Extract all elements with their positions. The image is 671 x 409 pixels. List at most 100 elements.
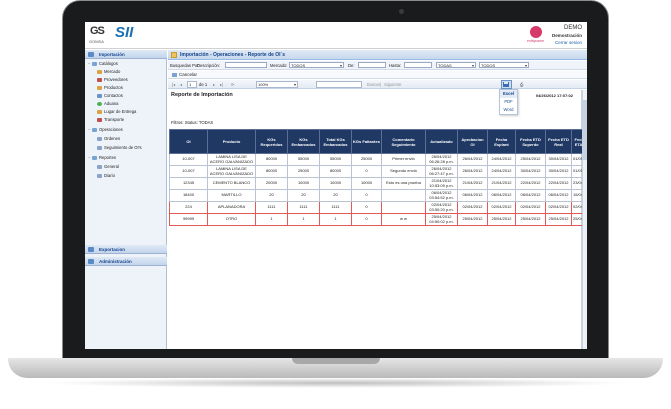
find-button[interactable]: Buscar	[367, 82, 380, 87]
contact-icon	[97, 93, 102, 98]
table-row: 12345 CEMENTO BLANCO 20000 10000 10000 10000 E…	[169, 177, 587, 190]
tree-item-diario[interactable]: Diario	[97, 173, 115, 179]
scrollbar-thumb[interactable]	[583, 100, 587, 160]
column-header: Producto	[207, 129, 256, 154]
status-select-value: TODAS	[438, 63, 452, 68]
table-cell: 18400	[169, 189, 208, 202]
table-cell: 20	[255, 189, 288, 202]
logout-link[interactable]: Cerrar sesion	[555, 40, 582, 45]
table-cell: 06/04/2012	[457, 189, 488, 202]
admin-icon	[88, 259, 94, 264]
find-separator: |	[380, 82, 382, 87]
table-cell: 55000	[287, 153, 320, 166]
sidebar-section-administracion[interactable]: Administración	[85, 257, 167, 266]
table-cell: 1	[319, 213, 352, 226]
next-page-button[interactable]: ▸	[213, 82, 215, 87]
tree-item-label: Diario	[104, 173, 115, 178]
table-cell: 10000	[287, 177, 320, 190]
tree-item-label: Transporte	[104, 117, 125, 122]
action-bar: Cancelar	[168, 71, 587, 79]
print-icon[interactable]: ⎙	[520, 82, 523, 87]
type-select[interactable]: TODOS ▾	[479, 62, 529, 68]
export-pdf-option[interactable]: PDF	[500, 98, 517, 106]
to-date-input[interactable]	[404, 62, 432, 68]
last-page-button[interactable]: ▸|	[220, 82, 223, 87]
market-select[interactable]: TODOS ▾	[289, 62, 344, 68]
from-date-input[interactable]	[358, 62, 386, 68]
sidebar-section-label: Administración	[99, 259, 132, 264]
table-cell	[381, 201, 426, 214]
dropdown-arrow-icon: ▾	[293, 82, 296, 87]
tree-item-label: Seguimiento de OI's	[104, 145, 142, 150]
status-select[interactable]: TODAS ▾	[436, 62, 476, 68]
table-cell: 25000	[287, 165, 320, 178]
export-excel-option[interactable]: Excel	[500, 90, 517, 98]
find-next-button[interactable]: Siguiente	[384, 82, 401, 87]
tree-item-productos[interactable]: Productos	[97, 85, 123, 91]
table-cell: 02/04/2012	[457, 201, 488, 214]
company-logo-text: entityname	[527, 39, 545, 43]
table-cell: 24/04/2012	[487, 153, 516, 166]
company-logo	[530, 26, 542, 38]
table-cell: MARTILLO	[207, 189, 256, 202]
tree-item-contactos[interactable]: Contactos	[97, 93, 123, 99]
tree-item-lugar-entrega[interactable]: Lugar de Entrega	[97, 109, 136, 115]
table-cell: 24/04/2012	[487, 165, 516, 178]
table-cell: 25/04/2012	[457, 213, 488, 226]
report-title: Reporte de Importación	[171, 92, 233, 98]
tree-item-seguimiento[interactable]: Seguimiento de OI's	[97, 145, 142, 151]
table-header-row: OI Producto KGs Requeridos KGs Embarcados To…	[169, 129, 587, 154]
tree-item-mercado[interactable]: Mercado	[97, 69, 120, 75]
tree-item-label: Reportes	[99, 155, 116, 160]
table-cell: 12345	[169, 177, 208, 190]
zoom-select[interactable]: 100% ▾	[256, 81, 298, 88]
truck-icon	[97, 117, 102, 122]
tree-item-catalogos[interactable]: − Catálogos	[88, 61, 118, 67]
panel-title: Importación - Operaciones - Reporte de O…	[168, 50, 587, 60]
table-cell: 10-007	[169, 165, 208, 178]
table-cell: 30/04/2012	[545, 165, 572, 178]
vertical-scrollbar[interactable]	[582, 90, 587, 349]
from-label: De:	[348, 63, 355, 68]
table-cell: 1	[287, 213, 320, 226]
table-cell: w w	[381, 213, 426, 226]
table-row: 10-007 LAMINA LISA DE ACERO GALVANIZADO 80…	[169, 165, 587, 178]
search-by-label: Busquedas Por:	[170, 63, 200, 68]
sidebar-section-exportacion[interactable]: Exportacion	[85, 245, 167, 254]
app-header: GS GOMSA SII entityname DEMO Demostració…	[85, 22, 587, 49]
tree-item-ordenes[interactable]: Ordenes	[97, 136, 120, 142]
page-input[interactable]: 1	[187, 81, 197, 88]
tree-item-proveedores[interactable]: Proveedores	[97, 77, 128, 83]
prev-page-button[interactable]: ◂	[180, 82, 182, 87]
import-icon	[88, 52, 94, 57]
sidebar-section-label: Exportacion	[99, 247, 126, 252]
column-header: Fecha Esplant	[487, 129, 516, 154]
to-label: Hasta:	[389, 63, 402, 68]
cancel-icon	[172, 73, 177, 77]
cancel-button[interactable]: Cancelar	[179, 72, 197, 77]
table-cell: 80000	[319, 165, 352, 178]
save-icon	[503, 82, 509, 87]
first-page-button[interactable]: |◂	[172, 82, 175, 87]
table-row: 99999 OTRO 1 1 1 0 w w 25/04/2012 04:50:02 p.m.…	[169, 213, 587, 226]
tree-item-aduana[interactable]: Aduana	[97, 101, 118, 107]
description-input[interactable]	[225, 62, 267, 68]
tree-item-general[interactable]: General	[97, 164, 119, 170]
table-cell: 10000	[351, 177, 382, 190]
export-button[interactable]	[501, 80, 512, 89]
refresh-icon[interactable]: ⟳	[231, 82, 235, 87]
export-word-option[interactable]: Word	[500, 106, 517, 114]
table-cell: 25/04/2012	[545, 213, 572, 226]
find-input[interactable]	[316, 81, 362, 88]
table-cell: 22/04/2012	[515, 177, 546, 190]
tree-item-operaciones[interactable]: − Operaciones	[88, 127, 123, 133]
tree-item-transporte[interactable]: Transporte	[97, 117, 124, 123]
laptop-notch	[292, 358, 380, 364]
table-cell: 30/04/2012	[515, 165, 546, 178]
tree-item-reportes[interactable]: − Reportes	[88, 155, 116, 161]
tree-item-label: General	[104, 164, 119, 169]
user-name: DEMO	[564, 25, 582, 31]
column-header: Fecha ETD Superdo	[515, 129, 546, 154]
table-cell: 26/04/2012	[457, 165, 488, 178]
sidebar-section-importacion[interactable]: Importación	[85, 50, 167, 59]
